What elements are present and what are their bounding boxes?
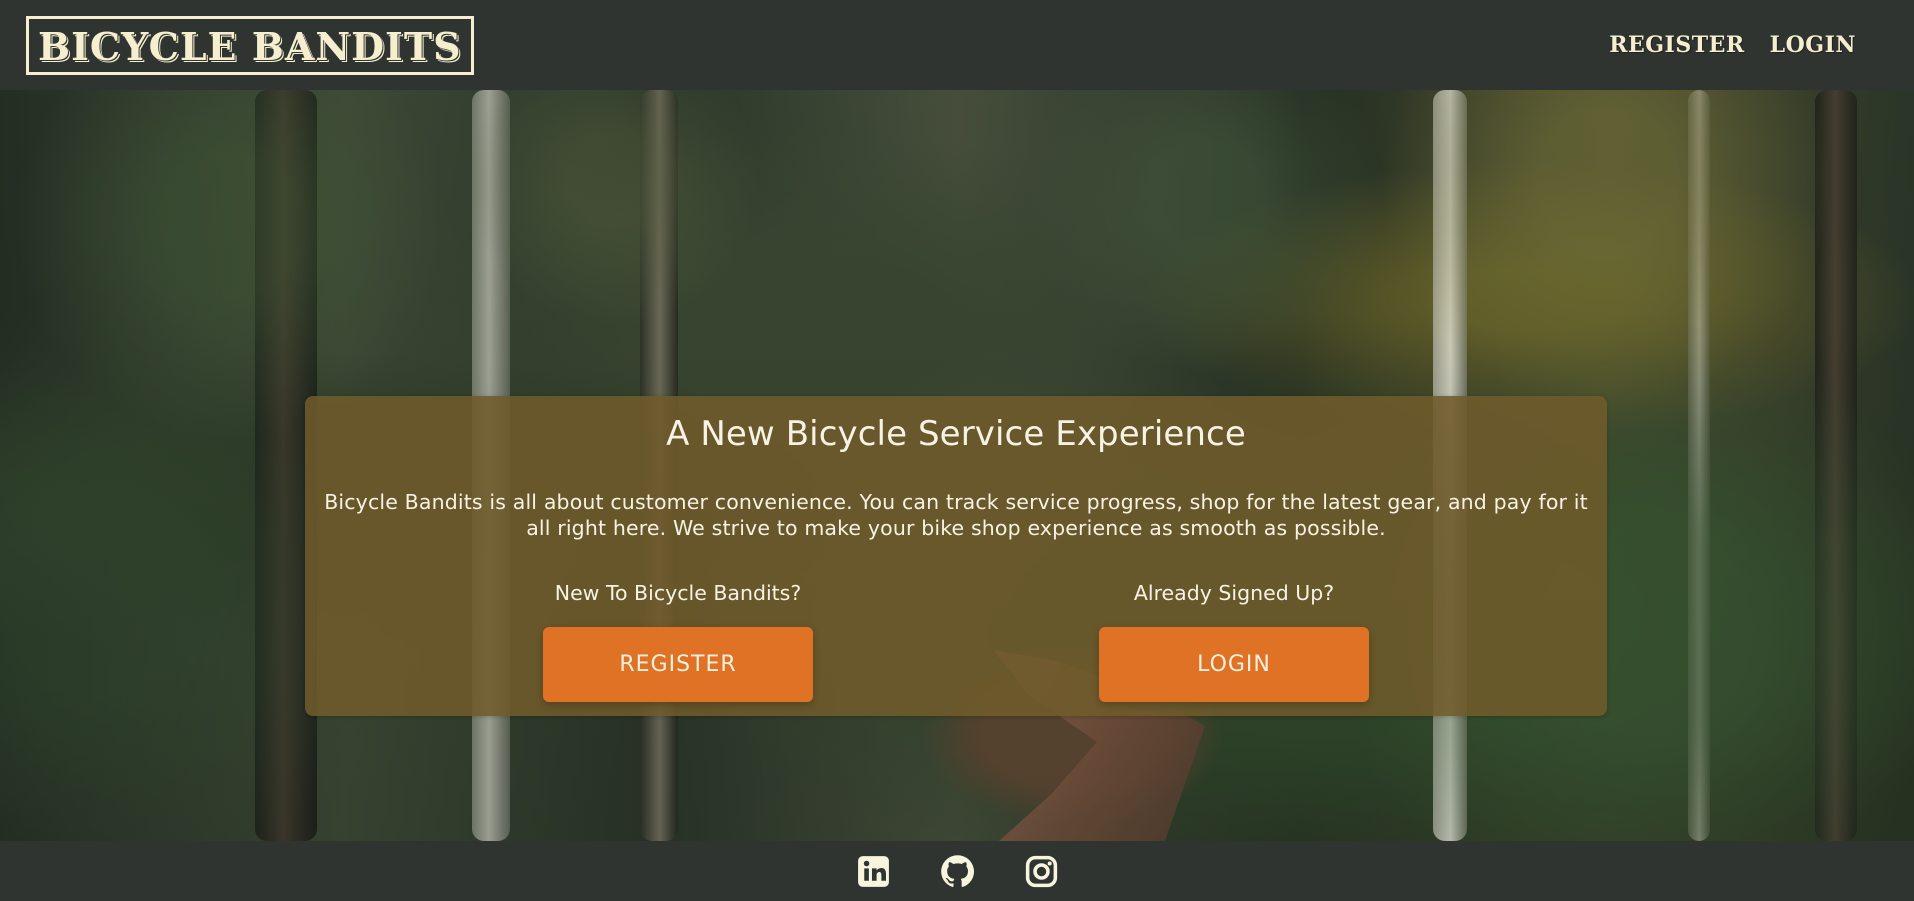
existing-user-prompt: Already Signed Up? xyxy=(1133,581,1335,605)
hero-title: A New Bicycle Service Experience xyxy=(666,414,1246,454)
existing-user-action-group: Already Signed Up? LOGIN xyxy=(1036,576,1432,702)
site-footer xyxy=(0,841,1914,901)
welcome-panel: A New Bicycle Service Experience Bicycle… xyxy=(305,396,1607,716)
linkedin-icon[interactable] xyxy=(855,853,892,890)
forest-hero: A New Bicycle Service Experience Bicycle… xyxy=(0,90,1914,841)
login-button[interactable]: LOGIN xyxy=(1099,627,1369,702)
landing-page: BICYCLE BANDITS REGISTER LOGIN A New Bic… xyxy=(0,0,1914,901)
instagram-icon[interactable] xyxy=(1023,853,1060,890)
top-navigation: REGISTER LOGIN xyxy=(1609,32,1856,58)
new-user-prompt: New To Bicycle Bandits? xyxy=(554,581,802,605)
new-user-action-group: New To Bicycle Bandits? REGISTER xyxy=(480,576,876,702)
hero-description: Bicycle Bandits is all about customer co… xyxy=(324,490,1588,540)
nav-register-link[interactable]: REGISTER xyxy=(1609,32,1744,58)
github-icon[interactable] xyxy=(939,853,976,890)
brand-logo[interactable]: BICYCLE BANDITS xyxy=(26,15,474,75)
site-header: BICYCLE BANDITS REGISTER LOGIN xyxy=(0,0,1914,90)
register-button[interactable]: REGISTER xyxy=(543,627,813,702)
nav-login-link[interactable]: LOGIN xyxy=(1770,32,1856,58)
auth-actions: New To Bicycle Bandits? REGISTER Already… xyxy=(305,576,1607,702)
